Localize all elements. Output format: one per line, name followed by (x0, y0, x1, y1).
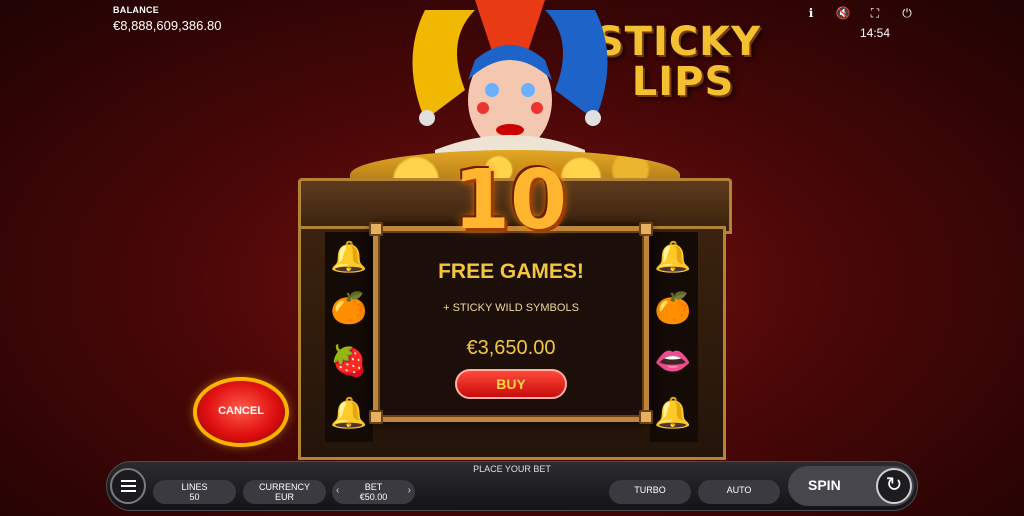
refresh-icon: ↻ (885, 474, 903, 496)
bell-icon: 🔔 (654, 241, 692, 274)
popup-corner (369, 410, 383, 424)
buy-price: €3,650.00 (466, 337, 556, 359)
fullscreen-icon[interactable]: ⛶ (867, 5, 883, 21)
clock: 14:54 (860, 26, 891, 40)
balance-value: €8,888,609,386.80 (113, 18, 222, 33)
power-icon[interactable]: ⏻ (899, 5, 915, 21)
currency-selector[interactable]: CURRENCY EUR (243, 480, 326, 504)
buy-button[interactable]: BUY (455, 369, 567, 399)
info-icon[interactable]: ℹ (803, 5, 819, 21)
feature-text: + STICKY WILD SYMBOLS (443, 302, 579, 314)
bet-selector[interactable]: ‹ BET €50.00 › (332, 480, 415, 504)
chevron-left-icon[interactable]: ‹ (336, 486, 339, 496)
spin-label[interactable]: SPIN (808, 477, 841, 493)
status-message: PLACE YOUR BET (473, 464, 551, 474)
free-games-count: 10 (452, 153, 568, 248)
lines-label: LINES (181, 482, 208, 492)
bet-value: €50.00 (359, 492, 388, 502)
bet-label: BET (364, 482, 383, 492)
lips-icon: 👄 (654, 345, 692, 378)
bell-icon: 🔔 (330, 397, 368, 430)
balance-label: BALANCE (113, 5, 160, 15)
spin-button[interactable]: ↻ (876, 468, 912, 504)
currency-value: EUR (274, 492, 294, 502)
popup-corner (639, 222, 653, 236)
orange-icon: 🍊 (330, 292, 368, 325)
free-games-title: FREE GAMES! (438, 260, 584, 283)
lines-value: 50 (189, 492, 200, 502)
strawberry-icon: 🍓 (330, 345, 368, 378)
menu-button[interactable] (110, 468, 146, 504)
cancel-button[interactable]: CANCEL (197, 381, 285, 443)
auto-button[interactable]: AUTO (698, 480, 780, 504)
bell-icon: 🔔 (330, 241, 368, 274)
popup-corner (639, 410, 653, 424)
hamburger-icon (121, 480, 136, 482)
chevron-right-icon[interactable]: › (408, 486, 411, 496)
orange-icon: 🍊 (654, 292, 692, 325)
currency-label: CURRENCY (258, 482, 310, 492)
turbo-button[interactable]: TURBO (609, 480, 691, 504)
lines-selector[interactable]: LINES 50 (153, 480, 236, 504)
bell-icon: 🔔 (654, 397, 692, 430)
mute-icon[interactable]: 🔇 (835, 5, 851, 21)
popup-corner (369, 222, 383, 236)
cancel-label: CANCEL (218, 405, 264, 417)
